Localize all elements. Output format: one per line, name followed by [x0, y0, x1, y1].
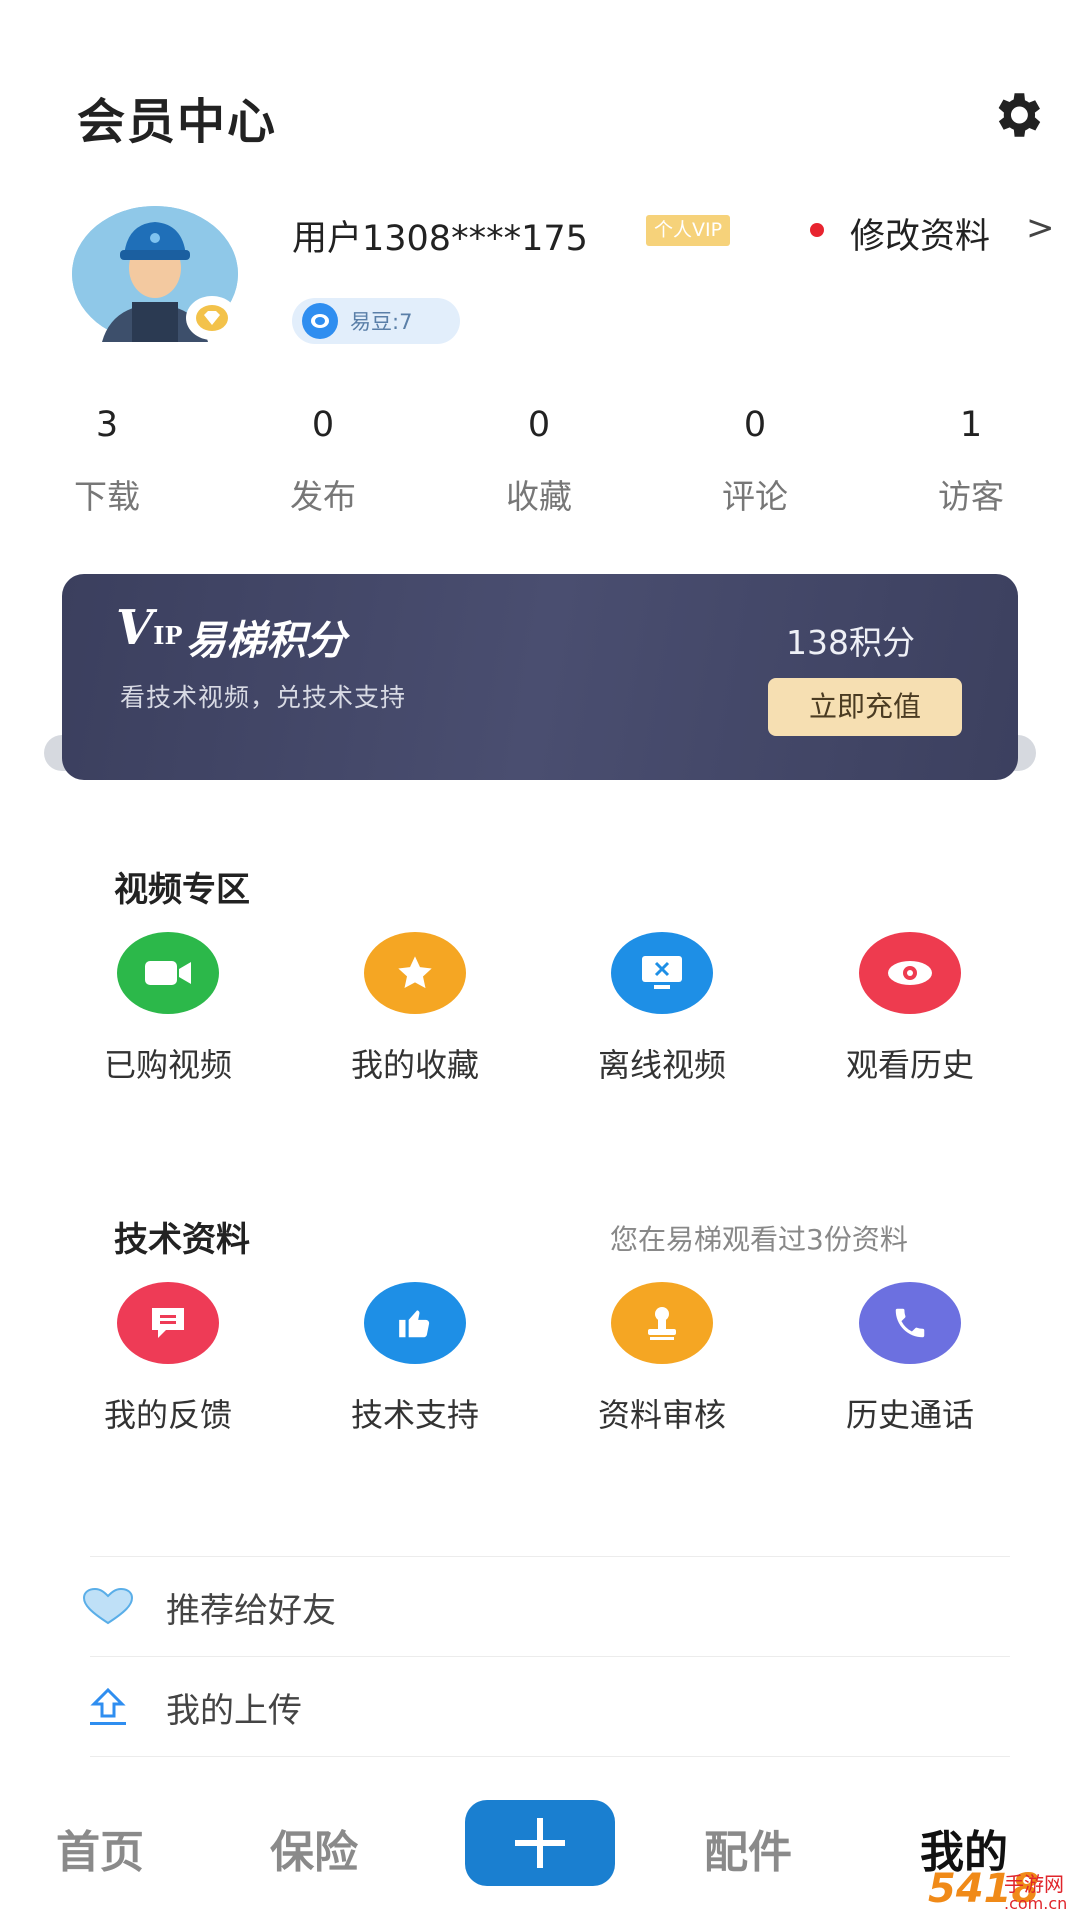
stat-favorites[interactable]: 0 收藏	[479, 400, 599, 518]
nav-home[interactable]: 首页	[56, 1816, 144, 1880]
edit-profile-link[interactable]: 修改资料	[850, 208, 990, 259]
list-label: 推荐给好友	[166, 1590, 336, 1631]
star-icon	[364, 932, 466, 1014]
video-camera-icon	[117, 932, 219, 1014]
grid-label: 资料审核	[597, 1396, 726, 1434]
stat-downloads[interactable]: 3 下载	[47, 400, 167, 518]
vip-points: 138积分	[786, 623, 915, 662]
stat-label: 访客	[938, 477, 1004, 516]
coin-label: 易豆:7	[350, 310, 413, 334]
my-uploads-row[interactable]: 我的上传	[80, 1658, 1020, 1756]
tech-section-title: 技术资料	[114, 1220, 250, 1260]
stat-label: 发布	[290, 477, 356, 516]
document-review-button[interactable]: 资料审核	[562, 1282, 762, 1436]
list-label: 我的上传	[166, 1690, 302, 1731]
purchased-videos-button[interactable]: 已购视频	[68, 932, 268, 1086]
stat-label: 收藏	[506, 477, 572, 516]
watch-history-button[interactable]: 观看历史	[810, 932, 1010, 1086]
watermark-url: .com.cn	[1004, 1894, 1068, 1913]
coin-balance[interactable]: 易豆:7	[292, 298, 460, 344]
username: 用户1308****175	[292, 219, 588, 259]
stat-published[interactable]: 0 发布	[263, 400, 383, 518]
video-section-title: 视频专区	[114, 870, 250, 910]
vip-logo: VIP	[116, 600, 183, 656]
chevron-right-icon[interactable]: >	[1026, 208, 1055, 248]
grid-label: 观看历史	[845, 1046, 974, 1084]
stat-value: 3	[95, 405, 119, 445]
message-icon	[117, 1282, 219, 1364]
stat-comments[interactable]: 0 评论	[695, 400, 815, 518]
offline-videos-button[interactable]: 离线视频	[562, 932, 762, 1086]
stat-value: 0	[311, 405, 335, 445]
coin-icon	[302, 303, 338, 339]
tech-section-note: 您在易梯观看过3份资料	[610, 1223, 908, 1256]
divider	[90, 1556, 1010, 1557]
notification-dot	[810, 223, 824, 237]
nav-insurance[interactable]: 保险	[270, 1816, 358, 1880]
grid-label: 历史通话	[845, 1396, 974, 1434]
tech-support-button[interactable]: 技术支持	[315, 1282, 515, 1436]
stamp-icon	[611, 1282, 713, 1364]
stat-value: 1	[959, 405, 983, 445]
grid-label: 我的收藏	[350, 1046, 479, 1084]
recommend-to-friends-row[interactable]: 推荐给好友	[80, 1558, 1020, 1656]
plus-icon[interactable]	[465, 1800, 615, 1886]
phone-icon	[859, 1282, 961, 1364]
my-feedback-button[interactable]: 我的反馈	[68, 1282, 268, 1436]
stat-label: 下载	[74, 477, 140, 516]
upload-icon	[80, 1683, 136, 1731]
call-history-button[interactable]: 历史通话	[810, 1282, 1010, 1436]
my-favorites-button[interactable]: 我的收藏	[315, 932, 515, 1086]
eye-icon	[859, 932, 961, 1014]
thumbs-up-icon	[364, 1282, 466, 1364]
vip-card-title: 易梯积分	[186, 618, 346, 664]
stat-value: 0	[527, 405, 551, 445]
nav-parts[interactable]: 配件	[704, 1816, 792, 1880]
grid-label: 离线视频	[597, 1046, 726, 1084]
grid-label: 我的反馈	[103, 1396, 232, 1434]
divider	[90, 1656, 1010, 1657]
vip-points-card[interactable]	[62, 574, 1018, 780]
watermark-text: 手游网	[1004, 1872, 1064, 1896]
grid-label: 已购视频	[103, 1046, 232, 1084]
vip-card-subtitle: 看技术视频，兑技术支持	[120, 683, 407, 712]
stat-label: 评论	[722, 477, 788, 516]
recharge-button[interactable]: 立即充值	[768, 678, 962, 736]
divider	[90, 1756, 1010, 1757]
vip-badge: 个人VIP	[646, 215, 731, 246]
page-title: 会员中心	[77, 94, 278, 150]
diamond-icon	[186, 296, 238, 340]
gear-icon[interactable]	[988, 86, 1046, 144]
stat-value: 0	[743, 405, 767, 445]
monitor-icon	[611, 932, 713, 1014]
stat-visitors[interactable]: 1 访客	[911, 400, 1031, 518]
heart-icon	[80, 1583, 136, 1631]
grid-label: 技术支持	[350, 1396, 479, 1434]
